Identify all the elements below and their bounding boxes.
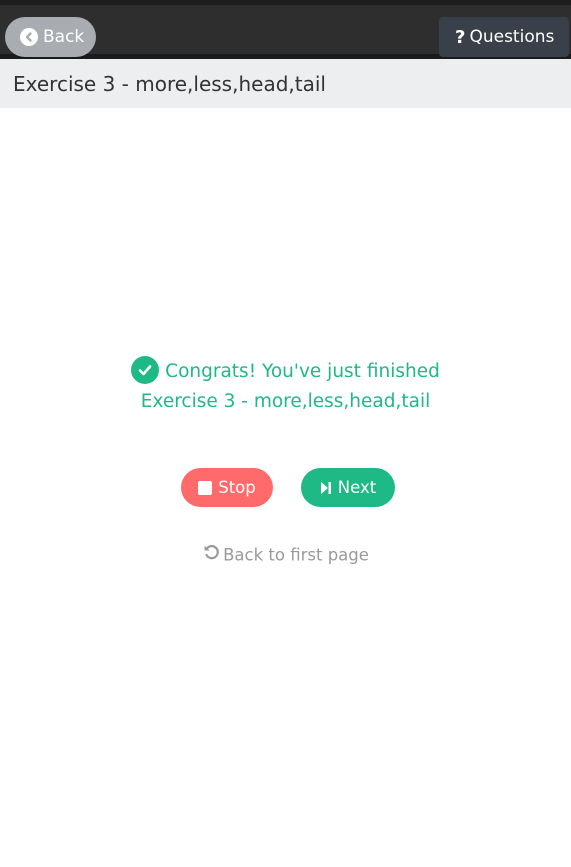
page-title-text: Exercise 3 - more,less,head,tail bbox=[13, 71, 326, 96]
completion-text-line-2: Exercise 3 - more,less,head,tail bbox=[140, 391, 431, 412]
questions-button-label: Questions bbox=[469, 27, 555, 47]
stop-button-label: Stop bbox=[218, 478, 256, 497]
question-mark-icon: ? bbox=[455, 26, 466, 48]
back-button-label: Back bbox=[43, 27, 85, 47]
stop-square-icon bbox=[198, 480, 213, 495]
top-bar: Back ? Questions bbox=[0, 0, 571, 59]
completion-text-line-1: Congrats! You've just finished bbox=[165, 361, 440, 382]
back-to-first-page-label: Back to first page bbox=[223, 545, 369, 565]
next-button[interactable]: Next bbox=[301, 468, 395, 507]
back-button[interactable]: Back bbox=[5, 17, 96, 57]
completion-message: Congrats! You've just finished Exercise … bbox=[0, 356, 571, 417]
back-to-first-page-link[interactable]: Back to first page bbox=[0, 545, 571, 567]
next-button-label: Next bbox=[337, 478, 377, 497]
step-forward-icon bbox=[320, 481, 332, 495]
arrow-circle-left-icon bbox=[20, 28, 38, 46]
questions-button[interactable]: ? Questions bbox=[439, 17, 569, 57]
undo-icon bbox=[202, 543, 220, 565]
stop-button[interactable]: Stop bbox=[181, 468, 273, 507]
page-title: Exercise 3 - more,less,head,tail bbox=[0, 59, 571, 108]
check-circle-icon bbox=[131, 356, 160, 384]
completion-line-1: Congrats! You've just finished bbox=[0, 356, 571, 387]
